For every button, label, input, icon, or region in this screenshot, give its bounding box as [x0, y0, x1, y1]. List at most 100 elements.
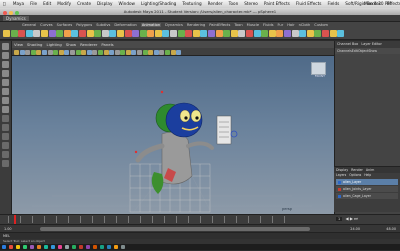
- shelf-tool-icon[interactable]: [25, 30, 33, 37]
- panel-tool-icon[interactable]: [97, 49, 103, 55]
- panel-tool-icon[interactable]: [36, 49, 42, 55]
- shelf-tool-icon[interactable]: [139, 30, 147, 37]
- app-menu-item[interactable]: Window: [118, 1, 135, 6]
- manipulator-icon[interactable]: [2, 97, 9, 104]
- app-menu-item[interactable]: Toon: [229, 1, 239, 6]
- channel-box-menu-item[interactable]: Show: [368, 49, 377, 53]
- panel-tool-icon[interactable]: [81, 49, 87, 55]
- select-tool-icon[interactable]: [2, 43, 9, 50]
- graph-layout-icon[interactable]: [2, 142, 9, 149]
- shelf-tab[interactable]: PaintEffects: [209, 23, 230, 27]
- app-menu-item[interactable]: Maya: [13, 1, 24, 6]
- shelf-tool-icon[interactable]: [215, 30, 223, 37]
- shelf-tool-icon[interactable]: [329, 30, 337, 37]
- shelf-tool-icon[interactable]: [40, 30, 48, 37]
- shelf-tool-icon[interactable]: [101, 30, 109, 37]
- shelf-tool-icon[interactable]: [321, 30, 329, 37]
- shelf-tool-icon[interactable]: [192, 30, 200, 37]
- panel-tool-icon[interactable]: [47, 49, 53, 55]
- layer-color-swatch[interactable]: [338, 194, 341, 198]
- dock-app-icon[interactable]: [99, 245, 104, 249]
- dock-app-icon[interactable]: [92, 245, 97, 249]
- dock-app-icon[interactable]: [57, 245, 62, 249]
- panel-tool-icon[interactable]: [131, 49, 137, 55]
- dock-app-icon[interactable]: [71, 245, 76, 249]
- shelf-tab[interactable]: Subdivs: [96, 23, 110, 27]
- layer-color-swatch[interactable]: [338, 187, 341, 191]
- perspective-viewport[interactable]: FRONT persp: [12, 56, 334, 214]
- shelf-tool-icon[interactable]: [10, 30, 18, 37]
- shelf-tab[interactable]: Custom: [314, 23, 328, 27]
- dock-app-icon[interactable]: [50, 245, 55, 249]
- panel-menu-item[interactable]: Renderer: [80, 42, 97, 47]
- panel-tool-icon[interactable]: [170, 49, 176, 55]
- shelf-tool-icon[interactable]: [177, 30, 185, 37]
- layer-editor-menu-item[interactable]: Layers: [336, 173, 346, 177]
- last-tool-icon[interactable]: [2, 106, 9, 113]
- dock-app-icon[interactable]: [113, 245, 118, 249]
- shelf-tab[interactable]: Curves: [40, 23, 52, 27]
- app-menu-item[interactable]: Create: [77, 1, 91, 6]
- app-menu-item[interactable]: File: [30, 1, 37, 6]
- shelf-tool-icon[interactable]: [230, 30, 238, 37]
- layer-editor-tab[interactable]: Anim: [366, 168, 374, 172]
- layer-editor-menu-item[interactable]: Help: [364, 173, 371, 177]
- panel-tool-icon[interactable]: [114, 49, 120, 55]
- paint-select-icon[interactable]: [2, 61, 9, 68]
- shelf-tab[interactable]: Dynamics: [165, 23, 183, 27]
- shelf-tool-icon[interactable]: [78, 30, 86, 37]
- four-layout-icon[interactable]: [2, 124, 9, 131]
- shelf-tab[interactable]: Polygons: [76, 23, 92, 27]
- layer-editor-tab[interactable]: Display: [336, 168, 348, 172]
- app-menu-item[interactable]: Modify: [57, 1, 71, 6]
- panel-tool-icon[interactable]: [19, 49, 25, 55]
- panel-tool-icon[interactable]: [14, 49, 19, 55]
- shelf-tool-icon[interactable]: [18, 30, 26, 37]
- shelf-tool-icon[interactable]: [185, 30, 193, 37]
- channel-box-menu-item[interactable]: Object: [358, 49, 368, 53]
- panel-tool-icon[interactable]: [165, 49, 171, 55]
- shelf-tab[interactable]: Animation: [140, 23, 162, 27]
- shelf-tool-icon[interactable]: [223, 30, 231, 37]
- scale-tool-icon[interactable]: [2, 88, 9, 95]
- shelf-tool-icon[interactable]: [94, 30, 102, 37]
- single-layout-icon[interactable]: [2, 115, 9, 122]
- shelf-tool-icon[interactable]: [200, 30, 208, 37]
- dock-app-icon[interactable]: [1, 245, 6, 249]
- dock-app-icon[interactable]: [15, 245, 20, 249]
- hypershade-layout-icon[interactable]: [2, 151, 9, 158]
- dock-app-icon[interactable]: [106, 245, 111, 249]
- panel-tool-icon[interactable]: [125, 49, 131, 55]
- shelf-tab[interactable]: Surfaces: [57, 23, 73, 27]
- layer-editor-menu-item[interactable]: Options: [349, 173, 361, 177]
- panel-tool-icon[interactable]: [92, 49, 98, 55]
- dock-app-icon[interactable]: [29, 245, 34, 249]
- shelf-tool-icon[interactable]: [314, 30, 322, 37]
- outliner-layout-icon[interactable]: [2, 133, 9, 140]
- shelf-tool-icon[interactable]: [33, 30, 41, 37]
- scene-character[interactable]: persp: [12, 56, 334, 214]
- shelf-tool-icon[interactable]: [116, 30, 124, 37]
- channel-box-tab[interactable]: Layer Editor: [361, 42, 382, 46]
- app-menu-item[interactable]: Edit: [43, 1, 51, 6]
- shelf-tool-icon[interactable]: [48, 30, 56, 37]
- zoom-window-icon[interactable]: [15, 10, 19, 15]
- panel-tool-icon[interactable]: [120, 49, 126, 55]
- panel-tool-icon[interactable]: [142, 49, 148, 55]
- dock-app-icon[interactable]: [22, 245, 27, 249]
- panel-tool-icon[interactable]: [30, 49, 36, 55]
- shelf-tab[interactable]: Fur: [278, 23, 284, 27]
- shelf-tab[interactable]: Deformation: [114, 23, 136, 27]
- app-menu-item[interactable]: Lighting/Shading: [141, 1, 176, 6]
- shelf-tool-icon[interactable]: [147, 30, 155, 37]
- shelf-tool-icon[interactable]: [132, 30, 140, 37]
- panel-tool-icon[interactable]: [69, 49, 75, 55]
- app-menu-item[interactable]: Display: [97, 1, 112, 6]
- move-tool-icon[interactable]: [2, 70, 9, 77]
- panel-tool-icon[interactable]: [75, 49, 81, 55]
- command-language-label[interactable]: MEL: [3, 234, 10, 238]
- shelf-tool-icon[interactable]: [253, 30, 261, 37]
- minimize-window-icon[interactable]: [9, 10, 13, 15]
- shelf-tool-icon[interactable]: [154, 30, 162, 37]
- current-frame-field[interactable]: 1: [336, 217, 343, 221]
